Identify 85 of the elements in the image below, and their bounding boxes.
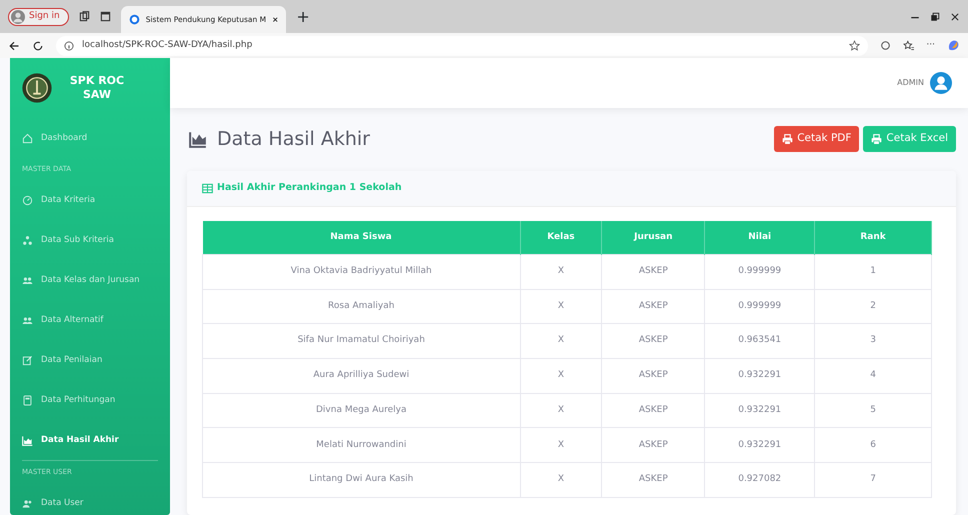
sitemap-icon bbox=[22, 234, 33, 246]
table-cell: ASKEP bbox=[602, 289, 705, 324]
table-cell: Vina Oktavia Badriyyatul Millah bbox=[202, 254, 520, 290]
home-icon bbox=[22, 132, 33, 144]
table-cell: X bbox=[520, 393, 602, 428]
table-icon bbox=[202, 182, 213, 194]
people-icon bbox=[22, 274, 33, 286]
print-excel-button[interactable]: Cetak Excel bbox=[863, 126, 956, 152]
restore-icon[interactable] bbox=[930, 12, 940, 22]
column-header: Jurusan bbox=[602, 220, 705, 254]
refresh-icon[interactable] bbox=[32, 40, 44, 52]
table-cell: X bbox=[520, 462, 602, 498]
table-cell: 0.932291 bbox=[704, 358, 815, 394]
emblem-icon bbox=[22, 73, 52, 103]
table-cell: ASKEP bbox=[602, 358, 705, 394]
sidebar-item[interactable]: Data Alternatif bbox=[10, 300, 170, 340]
table-cell: 1 bbox=[814, 254, 932, 290]
tab-actions-icon[interactable] bbox=[100, 11, 111, 22]
page-title: Data Hasil Akhir bbox=[217, 127, 370, 152]
sidebar-item[interactable]: Data Penilaian bbox=[10, 340, 170, 380]
column-header: Nama Siswa bbox=[202, 220, 520, 254]
column-header: Nilai bbox=[704, 220, 815, 254]
users-icon bbox=[22, 498, 33, 508]
print-pdf-button[interactable]: Cetak PDF bbox=[774, 126, 860, 152]
calculator-icon bbox=[22, 394, 33, 406]
sidebar-item[interactable]: Data Hasil Akhir bbox=[10, 420, 170, 460]
area-chart-icon bbox=[187, 130, 209, 148]
favorites-icon[interactable] bbox=[903, 40, 914, 51]
new-tab-button[interactable]: + bbox=[296, 4, 310, 28]
table-cell: 0.963541 bbox=[704, 324, 815, 359]
back-icon[interactable] bbox=[8, 40, 20, 52]
address-bar[interactable]: localhost/SPK-ROC-SAW-DYA/hasil.php bbox=[56, 36, 868, 56]
table-cell: Lintang Dwi Aura Kasih bbox=[202, 462, 520, 498]
table-cell: 3 bbox=[814, 324, 932, 359]
column-header: Kelas bbox=[520, 220, 602, 254]
table-cell: 2 bbox=[814, 289, 932, 324]
close-icon[interactable] bbox=[950, 12, 960, 22]
url-text: localhost/SPK-ROC-SAW-DYA/hasil.php bbox=[82, 38, 252, 52]
sidebar-item[interactable]: Dashboard bbox=[10, 118, 170, 158]
table-cell: ASKEP bbox=[602, 324, 705, 359]
more-button[interactable]: ··· bbox=[926, 38, 935, 52]
table-cell: Divna Mega Aurelya bbox=[202, 393, 520, 428]
avatar-icon[interactable] bbox=[930, 72, 952, 94]
sign-in-button[interactable]: Sign in bbox=[8, 8, 69, 26]
table-cell: Melati Nurrowandini bbox=[202, 428, 520, 463]
workspaces-icon[interactable] bbox=[78, 11, 90, 22]
printer-icon bbox=[782, 134, 794, 145]
card-title: Hasil Akhir Perankingan 1 Sekolah bbox=[217, 180, 402, 195]
table-cell: 0.932291 bbox=[704, 393, 815, 428]
table-cell: ASKEP bbox=[602, 254, 705, 290]
table-cell: 4 bbox=[814, 358, 932, 394]
table-cell: 0.927082 bbox=[704, 462, 815, 498]
table-cell: 7 bbox=[814, 462, 932, 498]
table-cell: X bbox=[520, 254, 602, 290]
table-cell: X bbox=[520, 428, 602, 463]
sidebar-item[interactable]: Data Perhitungan bbox=[10, 380, 170, 420]
table-cell: Sifa Nur Imamatul Choiriyah bbox=[202, 324, 520, 359]
sidebar-item[interactable]: Data User bbox=[10, 483, 170, 515]
table-cell: 0.932291 bbox=[704, 428, 815, 463]
printer-icon bbox=[871, 134, 882, 145]
table-cell: 0.999999 bbox=[704, 289, 815, 324]
sidebar-item[interactable]: Data Kelas dan Jurusan bbox=[10, 260, 170, 300]
sidebar-item[interactable]: Data Sub Kriteria bbox=[10, 220, 170, 260]
table-cell: Aura Aprilliya Sudewi bbox=[202, 358, 520, 394]
user-name: ADMIN bbox=[897, 77, 924, 89]
people-icon bbox=[22, 314, 33, 326]
table-cell: X bbox=[520, 358, 602, 394]
table-cell: X bbox=[520, 289, 602, 324]
table-cell: 0.999999 bbox=[704, 254, 815, 290]
brand-title: SPK ROC SAW bbox=[68, 74, 126, 102]
star-icon[interactable] bbox=[849, 40, 860, 51]
table-cell: Rosa Amaliyah bbox=[202, 289, 520, 324]
table-cell: ASKEP bbox=[602, 428, 705, 463]
column-header: Rank bbox=[814, 220, 932, 254]
person-icon bbox=[11, 10, 25, 24]
table-cell: 5 bbox=[814, 393, 932, 428]
info-icon bbox=[64, 40, 74, 50]
table-cell: 6 bbox=[814, 428, 932, 463]
gauge-icon bbox=[22, 194, 33, 206]
table-cell: ASKEP bbox=[602, 393, 705, 428]
sidebar-item[interactable]: Data Kriteria bbox=[10, 180, 170, 220]
table-cell: X bbox=[520, 324, 602, 359]
area-chart-icon bbox=[22, 434, 33, 446]
table-cell: ASKEP bbox=[602, 462, 705, 498]
edit-icon bbox=[22, 354, 33, 366]
